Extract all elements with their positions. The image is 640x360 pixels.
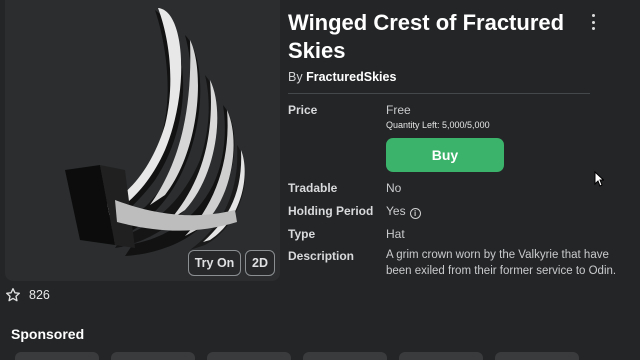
info-icon[interactable]: i bbox=[409, 208, 421, 219]
sponsored-card[interactable] bbox=[303, 352, 387, 360]
item-title: Winged Crest of Fractured Skies bbox=[288, 10, 565, 63]
sponsored-heading: Sponsored bbox=[11, 326, 85, 342]
favorite-area[interactable]: 826 bbox=[5, 287, 50, 303]
type-value: Hat bbox=[386, 227, 405, 241]
view-2d-button[interactable]: 2D bbox=[245, 250, 275, 276]
holding-period-value: Yes bbox=[386, 204, 406, 218]
sponsored-card[interactable] bbox=[399, 352, 483, 360]
price-value: Free bbox=[386, 103, 411, 117]
mouse-cursor-icon bbox=[594, 171, 604, 187]
creator-link[interactable]: FracturedSkies bbox=[306, 70, 396, 84]
creator-line: By FracturedSkies bbox=[288, 70, 396, 84]
item-thumbnail: Try On 2D bbox=[5, 0, 280, 281]
type-label: Type bbox=[288, 227, 316, 241]
divider bbox=[288, 93, 590, 94]
sponsored-cards bbox=[15, 352, 579, 360]
favorite-count: 826 bbox=[29, 288, 50, 302]
sponsored-card[interactable] bbox=[207, 352, 291, 360]
more-options-icon[interactable] bbox=[585, 12, 601, 32]
tradable-label: Tradable bbox=[288, 181, 338, 195]
star-icon[interactable] bbox=[5, 287, 21, 303]
description-label: Description bbox=[288, 249, 355, 263]
sponsored-card[interactable] bbox=[495, 352, 579, 360]
tradable-value: No bbox=[386, 181, 402, 195]
wing-crest-image bbox=[65, 8, 246, 256]
sponsored-card[interactable] bbox=[15, 352, 99, 360]
price-label: Price bbox=[288, 103, 318, 117]
by-prefix: By bbox=[288, 70, 303, 84]
sponsored-card[interactable] bbox=[111, 352, 195, 360]
holding-period-row: Yes i bbox=[386, 204, 421, 219]
description-text: A grim crown worn by the Valkyrie that h… bbox=[386, 249, 617, 277]
buy-button[interactable]: Buy bbox=[386, 138, 504, 172]
quantity-left: Quantity Left: 5,000/5,000 bbox=[386, 120, 490, 130]
holding-period-label: Holding Period bbox=[288, 204, 374, 218]
try-on-button[interactable]: Try On bbox=[188, 250, 241, 276]
